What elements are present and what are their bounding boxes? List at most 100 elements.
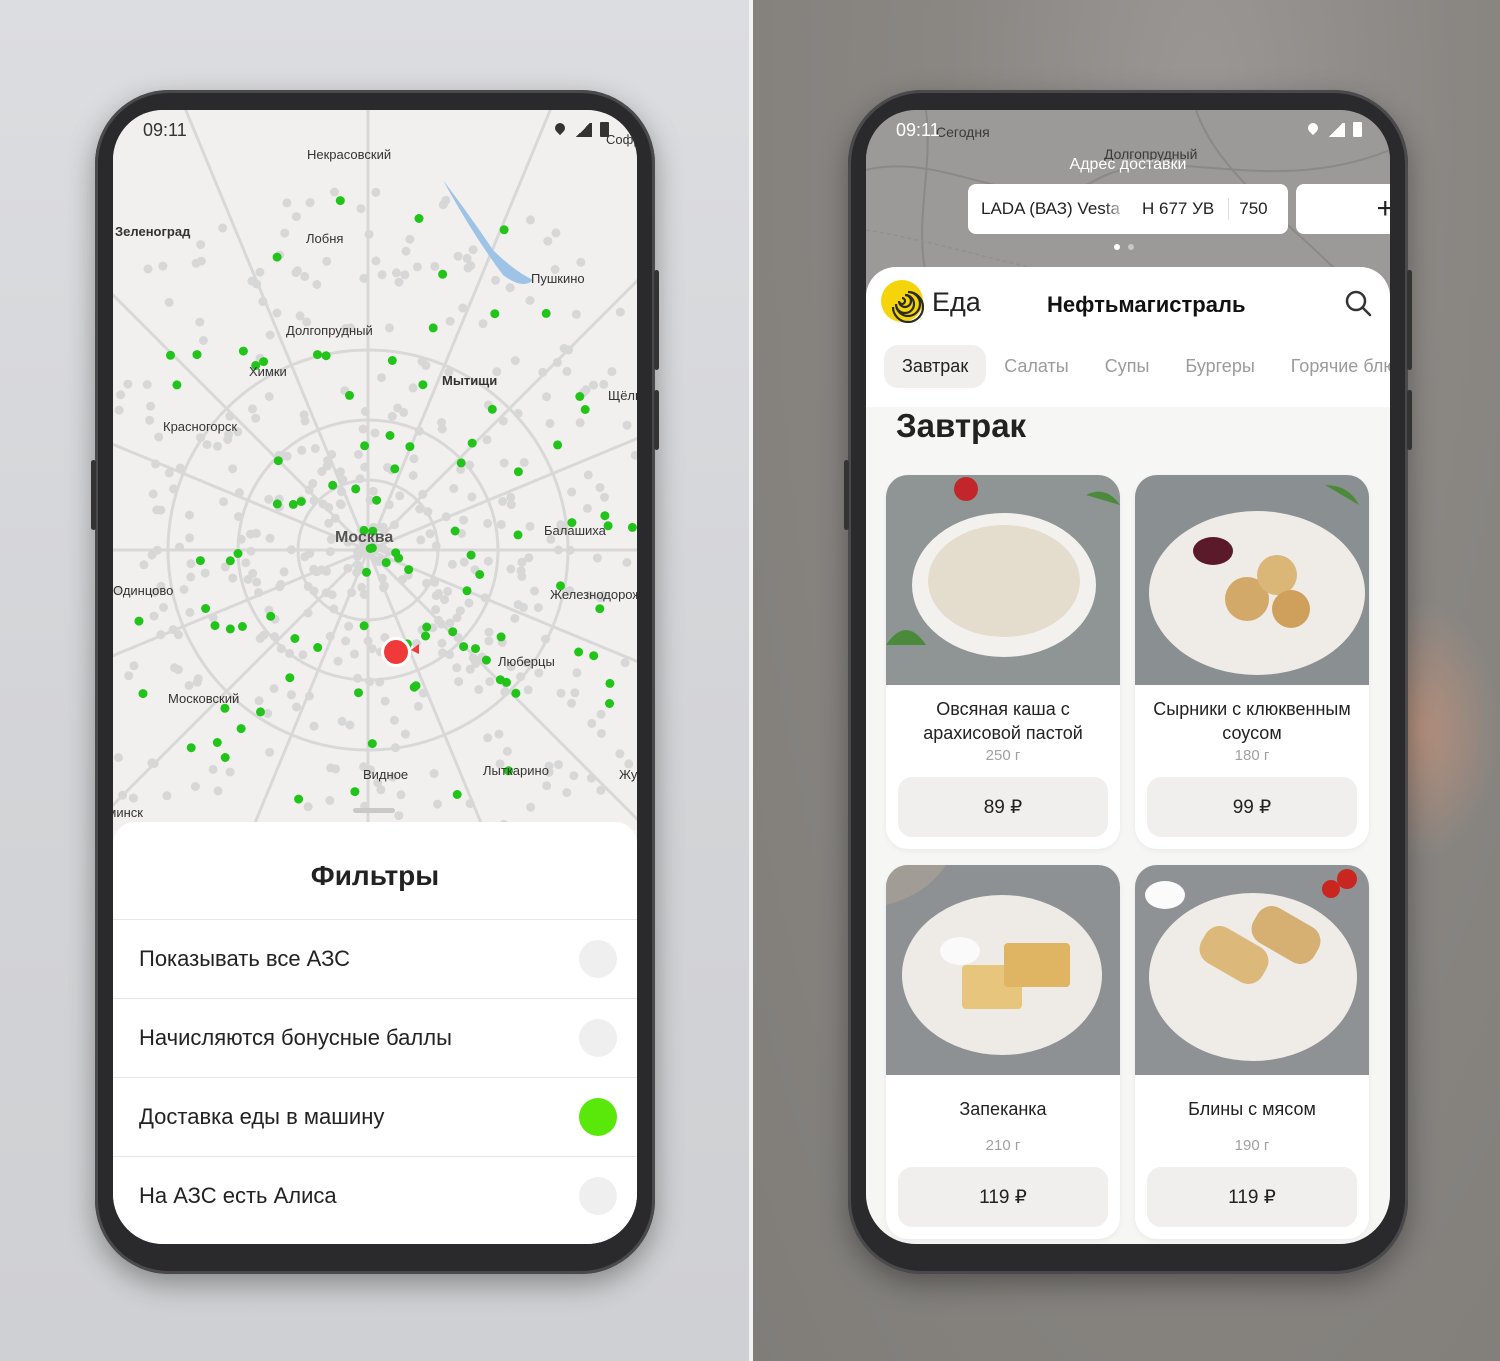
menu-item-card[interactable]: Блины с мясом 190 г 119 ₽ — [1135, 865, 1369, 1239]
gas-station-marker[interactable] — [201, 604, 211, 613]
car-card[interactable]: LADA (ВАЗ) Vesta Н 677 УВ 750 — [968, 184, 1288, 234]
gas-station-marker[interactable] — [362, 567, 371, 577]
tab-breakfast[interactable]: Завтрак — [884, 345, 987, 388]
gas-station-marker[interactable] — [192, 350, 202, 360]
gas-station-marker[interactable] — [456, 458, 466, 468]
gas-station-marker[interactable] — [595, 604, 605, 614]
gas-station-marker[interactable] — [210, 621, 220, 631]
gas-station-marker[interactable] — [220, 753, 230, 762]
gas-station-marker[interactable] — [285, 673, 295, 683]
gas-station-marker[interactable] — [411, 681, 421, 691]
price-button[interactable]: 119 ₽ — [898, 1167, 1108, 1227]
gas-station-marker[interactable] — [313, 643, 323, 652]
gas-station-marker[interactable] — [511, 688, 521, 698]
gas-station-marker[interactable] — [354, 688, 363, 698]
gas-station-marker[interactable] — [438, 269, 448, 279]
gas-station-marker[interactable] — [273, 456, 283, 466]
gas-station-marker[interactable] — [238, 346, 248, 356]
gas-station-marker[interactable] — [272, 499, 282, 509]
gas-station-marker[interactable] — [580, 405, 590, 414]
gas-station-marker[interactable] — [475, 570, 485, 579]
price-button[interactable]: 89 ₽ — [898, 777, 1108, 837]
gas-station-marker[interactable] — [166, 350, 175, 360]
gas-station-marker[interactable] — [186, 743, 196, 753]
filter-row[interactable]: Показывать все АЗС — [113, 919, 637, 998]
menu-item-card[interactable]: Овсяная каша с арахисовой пастой 250 г 8… — [886, 475, 1120, 849]
gas-station-marker[interactable] — [466, 550, 476, 560]
gas-station-marker[interactable] — [390, 464, 400, 474]
gas-station-marker[interactable] — [236, 724, 246, 734]
gas-station-marker[interactable] — [225, 556, 235, 566]
gas-station-marker[interactable] — [496, 632, 506, 642]
gas-station-marker[interactable] — [459, 642, 469, 652]
add-car-button[interactable]: + — [1296, 184, 1390, 234]
gas-station-marker[interactable] — [428, 323, 438, 333]
filter-row[interactable]: Начисляются бонусные баллы — [113, 998, 637, 1077]
gas-station-marker[interactable] — [212, 738, 222, 747]
filter-row[interactable]: На АЗС есть Алиса — [113, 1156, 637, 1235]
gas-station-marker[interactable] — [290, 634, 300, 643]
gas-station-marker[interactable] — [513, 467, 523, 477]
gas-station-marker[interactable] — [172, 380, 182, 390]
menu-item-card[interactable]: Запеканка 210 г 119 ₽ — [886, 865, 1120, 1239]
gas-station-marker[interactable] — [321, 351, 331, 361]
gas-station-marker[interactable] — [296, 497, 306, 506]
gas-station-marker[interactable] — [467, 438, 477, 448]
filter-row[interactable]: Доставка еды в машину — [113, 1077, 637, 1156]
filter-toggle[interactable] — [579, 1098, 617, 1136]
stations-map[interactable]: Некрасовский Зеленоград Лобня Пушкино До… — [113, 110, 637, 830]
gas-station-marker[interactable] — [351, 484, 361, 494]
gas-station-marker[interactable] — [134, 616, 144, 626]
gas-station-marker[interactable] — [404, 565, 414, 575]
gas-station-marker[interactable] — [574, 647, 584, 657]
gas-station-marker[interactable] — [391, 548, 401, 558]
gas-station-marker[interactable] — [350, 787, 360, 797]
gas-station-marker[interactable] — [294, 794, 304, 804]
tab-hot-dishes[interactable]: Горячие блюда — [1273, 345, 1390, 388]
gas-station-marker[interactable] — [288, 499, 298, 509]
gas-station-marker[interactable] — [481, 655, 491, 665]
gas-station-marker[interactable] — [237, 622, 247, 631]
gas-station-marker[interactable] — [225, 624, 235, 634]
gas-station-marker[interactable] — [471, 644, 480, 654]
gas-station-marker[interactable] — [381, 558, 391, 568]
price-button[interactable]: 99 ₽ — [1147, 777, 1357, 837]
gas-station-marker[interactable] — [345, 390, 354, 400]
gas-station-marker[interactable] — [328, 480, 338, 490]
gas-station-marker[interactable] — [418, 380, 428, 390]
filter-toggle[interactable] — [579, 940, 617, 978]
gas-station-marker[interactable] — [422, 622, 432, 632]
menu-item-card[interactable]: Сырники с клюквенным соусом 180 г 99 ₽ — [1135, 475, 1369, 849]
search-icon[interactable] — [1344, 289, 1372, 317]
gas-station-marker[interactable] — [495, 675, 505, 685]
gas-station-marker[interactable] — [605, 678, 615, 688]
gas-station-marker[interactable] — [541, 308, 551, 318]
station-name[interactable]: Нефтьмагистраль — [1047, 292, 1245, 318]
gas-station-marker[interactable] — [387, 356, 397, 365]
gas-station-marker[interactable] — [335, 196, 345, 206]
gas-station-marker[interactable] — [487, 404, 497, 414]
gas-station-marker[interactable] — [359, 621, 369, 631]
gas-station-marker[interactable] — [499, 225, 509, 235]
gas-station-marker[interactable] — [600, 511, 610, 521]
gas-station-marker[interactable] — [367, 739, 377, 749]
gas-station-marker[interactable] — [414, 214, 424, 223]
gas-station-marker[interactable] — [490, 309, 500, 319]
gas-station-marker[interactable] — [272, 252, 282, 262]
sheet-drag-handle[interactable] — [353, 808, 395, 813]
gas-station-marker[interactable] — [385, 431, 395, 440]
gas-station-marker[interactable] — [553, 440, 563, 450]
filter-toggle[interactable] — [579, 1177, 617, 1215]
gas-station-marker[interactable] — [627, 522, 637, 532]
gas-station-marker[interactable] — [266, 611, 276, 621]
gas-station-marker[interactable] — [195, 556, 205, 566]
gas-station-marker[interactable] — [372, 495, 382, 505]
gas-station-marker[interactable] — [233, 549, 243, 558]
gas-station-marker[interactable] — [313, 350, 322, 360]
gas-station-marker[interactable] — [360, 441, 370, 451]
gas-station-marker[interactable] — [421, 631, 430, 641]
gas-station-marker[interactable] — [589, 651, 599, 661]
map-canvas[interactable] — [113, 110, 637, 830]
tab-salads[interactable]: Салаты — [986, 345, 1087, 388]
gas-station-marker[interactable] — [138, 689, 148, 699]
